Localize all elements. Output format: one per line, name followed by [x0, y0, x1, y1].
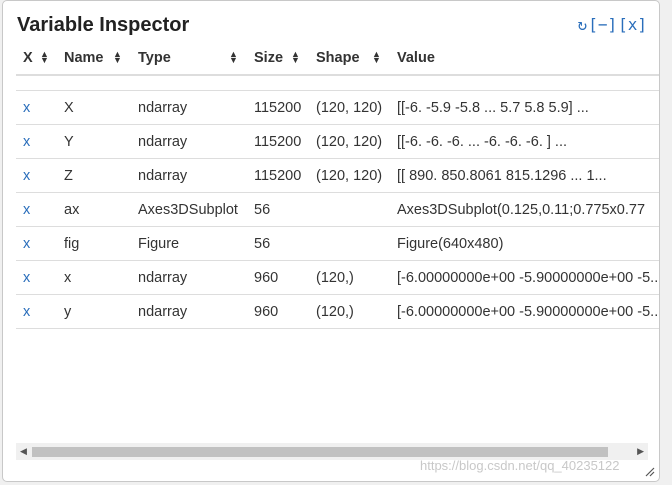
scroll-left-icon[interactable]: ◀	[20, 446, 27, 457]
variable-size: 960	[247, 260, 309, 295]
sort-icon[interactable]: ▲ ▼	[40, 50, 49, 65]
column-header-value: Value	[390, 42, 659, 76]
variable-value: Axes3DSubplot(0.125,0.11;0.775x0.77	[390, 192, 659, 227]
table-row: x Y ndarray 115200 (120, 120) [[-6. -6. …	[16, 124, 659, 159]
variable-value: [-6.00000000e+00 -5.90000000e+00 -5...	[390, 294, 659, 329]
table-row: x ax Axes3DSubplot 56 Axes3DSubplot(0.12…	[16, 192, 659, 227]
variable-value: Figure(640x480)	[390, 226, 659, 261]
delete-variable-button[interactable]: x	[16, 192, 57, 227]
variable-value: [-6.00000000e+00 -5.90000000e+00 -5...	[390, 260, 659, 295]
delete-variable-button[interactable]: x	[16, 158, 57, 193]
column-header-shape[interactable]: Shape ▲ ▼	[309, 42, 390, 76]
sort-icon[interactable]: ▲ ▼	[372, 50, 381, 65]
table-row: x x ndarray 960 (120,) [-6.00000000e+00 …	[16, 260, 659, 295]
collapse-button[interactable]: [−]	[588, 15, 617, 34]
table-header-row: X ▲ ▼ Name ▲ ▼ Type ▲ ▼ Size ▲ ▼ Shape ▲ ▼ Value	[16, 42, 659, 76]
variable-type: ndarray	[131, 90, 247, 125]
variables-table-container: X ▲ ▼ Name ▲ ▼ Type ▲ ▼ Size ▲ ▼ Shape ▲ ▼ Value x…	[16, 42, 659, 442]
variable-name: ax	[57, 192, 131, 227]
variables-table: X ▲ ▼ Name ▲ ▼ Type ▲ ▼ Size ▲ ▼ Shape ▲ ▼ Value x…	[16, 42, 659, 329]
variable-size: 115200	[247, 158, 309, 193]
variable-shape: (120, 120)	[309, 90, 390, 125]
delete-variable-button[interactable]: x	[16, 90, 57, 125]
scroll-right-icon[interactable]: ▶	[637, 446, 644, 457]
scrollbar-thumb[interactable]	[32, 447, 608, 457]
resize-grip-icon[interactable]	[645, 467, 655, 477]
variable-type: ndarray	[131, 124, 247, 159]
close-button[interactable]: [x]	[618, 15, 647, 34]
variable-value: [[ 890. 850.8061 815.1296 ... 1...	[390, 158, 659, 193]
variable-size: 115200	[247, 124, 309, 159]
variable-value: [[-6. -6. -6. ... -6. -6. -6. ] ...	[390, 124, 659, 159]
variable-size: 115200	[247, 90, 309, 125]
variable-name: X	[57, 90, 131, 125]
delete-variable-button[interactable]: x	[16, 260, 57, 295]
column-header-size[interactable]: Size ▲ ▼	[247, 42, 309, 76]
table-row: x fig Figure 56 Figure(640x480)	[16, 226, 659, 261]
variable-name: fig	[57, 226, 131, 261]
watermark-text: https://blog.csdn.net/qq_40235122	[420, 458, 620, 473]
variable-inspector-panel: Variable Inspector ↻ [−] [x] X ▲ ▼ Name ▲ ▼ …	[2, 0, 660, 482]
variable-shape	[309, 226, 390, 261]
column-header-type[interactable]: Type ▲ ▼	[131, 42, 247, 76]
table-spacer-row	[16, 75, 659, 91]
variable-size: 56	[247, 192, 309, 227]
delete-variable-button[interactable]: x	[16, 124, 57, 159]
variable-name: Z	[57, 158, 131, 193]
table-row: x X ndarray 115200 (120, 120) [[-6. -5.9…	[16, 90, 659, 125]
table-row: x y ndarray 960 (120,) [-6.00000000e+00 …	[16, 294, 659, 329]
variable-size: 56	[247, 226, 309, 261]
variable-shape: (120, 120)	[309, 158, 390, 193]
panel-controls: ↻ [−] [x]	[578, 15, 647, 34]
variable-shape	[309, 192, 390, 227]
variable-name: y	[57, 294, 131, 329]
variable-size: 960	[247, 294, 309, 329]
variable-shape: (120,)	[309, 294, 390, 329]
variable-shape: (120,)	[309, 260, 390, 295]
variable-shape: (120, 120)	[309, 124, 390, 159]
variable-type: Axes3DSubplot	[131, 192, 247, 227]
column-header-name[interactable]: Name ▲ ▼	[57, 42, 131, 76]
refresh-icon[interactable]: ↻	[578, 15, 588, 34]
delete-variable-button[interactable]: x	[16, 294, 57, 329]
variable-value: [[-6. -5.9 -5.8 ... 5.7 5.8 5.9] ...	[390, 90, 659, 125]
variable-name: Y	[57, 124, 131, 159]
column-header-delete[interactable]: X ▲ ▼	[16, 42, 57, 76]
panel-title: Variable Inspector	[17, 14, 190, 36]
delete-variable-button[interactable]: x	[16, 226, 57, 261]
sort-icon[interactable]: ▲ ▼	[113, 50, 122, 65]
variable-type: ndarray	[131, 158, 247, 193]
table-row: x Z ndarray 115200 (120, 120) [[ 890. 85…	[16, 158, 659, 193]
variable-type: ndarray	[131, 294, 247, 329]
variable-type: Figure	[131, 226, 247, 261]
variable-name: x	[57, 260, 131, 295]
sort-icon[interactable]: ▲ ▼	[229, 50, 238, 65]
variable-type: ndarray	[131, 260, 247, 295]
sort-icon[interactable]: ▲ ▼	[291, 50, 300, 65]
